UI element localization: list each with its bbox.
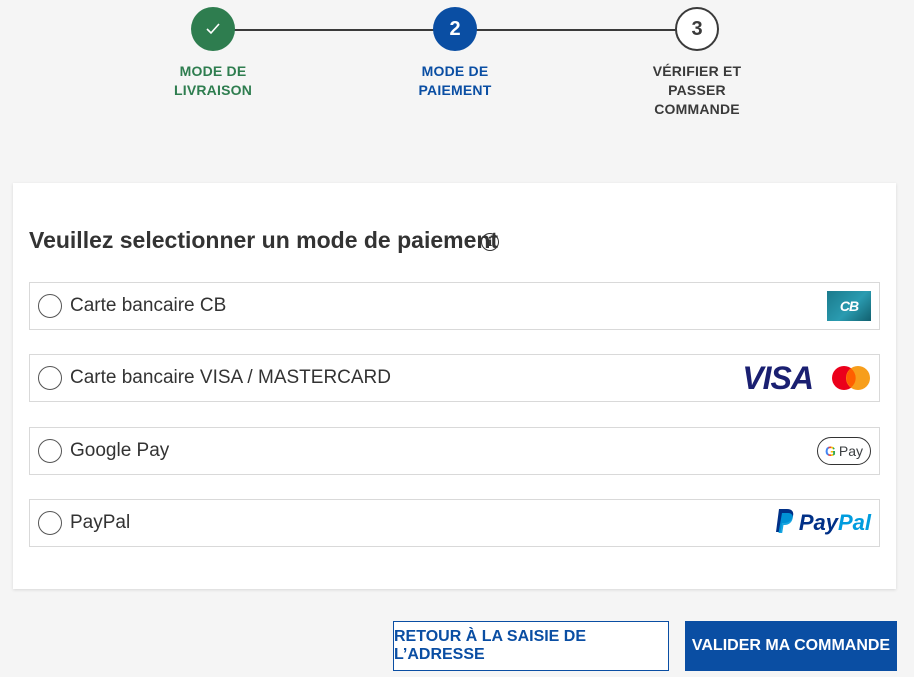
step-label-line: PASSER — [668, 82, 726, 98]
payment-option-label: Carte bancaire CB — [70, 295, 227, 316]
step-2-label: MODE DE PAIEMENT — [385, 62, 525, 100]
google-pay-logo: G Pay — [817, 437, 871, 465]
step-number: 2 — [449, 17, 461, 40]
checkmark-icon — [206, 18, 220, 41]
visa-logo: VISA — [742, 359, 814, 396]
confirm-order-button[interactable]: VALIDER MA COMMANDE — [685, 621, 897, 671]
payment-option-visa-mastercard[interactable]: Carte bancaire VISA / MASTERCARD VISA — [29, 354, 880, 402]
step-1-label: MODE DE LIVRAISON — [143, 62, 283, 100]
paypal-p-icon — [775, 508, 795, 539]
mastercard-logo — [831, 365, 871, 391]
google-g-icon: G — [824, 443, 836, 459]
payment-option-paypal[interactable]: PayPal PayPal — [29, 499, 880, 547]
step-1-indicator — [191, 7, 235, 51]
radio-button[interactable] — [38, 366, 62, 390]
payment-option-cb[interactable]: Carte bancaire CB CB — [29, 282, 880, 330]
step-3-indicator: 3 — [675, 7, 719, 51]
radio-button[interactable] — [38, 439, 62, 463]
step-3-label: VÉRIFIER ET PASSER COMMANDE — [627, 62, 767, 119]
payment-method-card: Veuillez selectionner un mode de paiemen… — [13, 183, 896, 589]
radio-button[interactable] — [38, 511, 62, 535]
step-number: 3 — [691, 17, 703, 40]
google-pay-text: Pay — [838, 443, 863, 459]
cb-logo: CB — [827, 291, 871, 321]
step-label-line: COMMANDE — [654, 101, 740, 117]
step-label-line: MODE DE — [179, 63, 247, 79]
page-title: Veuillez selectionner un mode de paiemen… — [29, 227, 499, 253]
paypal-logo: PayPal — [798, 510, 871, 535]
payment-option-label: PayPal — [70, 512, 131, 533]
step-label-line: MODE DE — [421, 63, 489, 79]
back-to-address-button[interactable]: RETOUR À LA SAISIE DE L’ADRESSE — [393, 621, 669, 671]
step-2-indicator: 2 — [433, 7, 477, 51]
step-label-line: LIVRAISON — [173, 82, 253, 98]
stepper-connector — [455, 29, 697, 31]
payment-option-label: Carte bancaire VISA / MASTERCARD — [70, 367, 391, 388]
payment-option-label: Google Pay — [70, 440, 170, 461]
radio-button[interactable] — [38, 294, 62, 318]
info-icon[interactable]: i — [481, 233, 499, 251]
checkout-stepper: 2 3 MODE DE LIVRAISON MODE DE PAIEMENT V… — [0, 0, 914, 140]
cb-logo-text: CB — [839, 298, 859, 314]
stepper-connector — [213, 29, 455, 31]
step-label-line: PAIEMENT — [418, 82, 492, 98]
payment-option-google-pay[interactable]: Google Pay G Pay — [29, 427, 880, 475]
step-label-line: VÉRIFIER ET — [652, 63, 742, 79]
